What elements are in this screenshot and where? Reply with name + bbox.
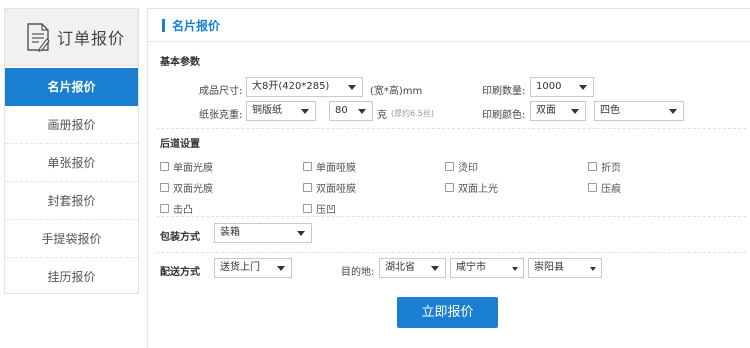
checkbox-box[interactable]	[303, 162, 312, 171]
delivery-method-select[interactable]: 送货上门	[214, 258, 292, 278]
chevron-down-icon	[297, 231, 305, 236]
checkbox-single-matte[interactable]: 单面哑膜	[303, 159, 356, 174]
checkbox-box[interactable]	[160, 162, 169, 171]
quantity-label: 印刷数量:	[482, 86, 526, 97]
sidebar-item-envelope-quote[interactable]: 封套报价	[5, 182, 138, 220]
sidebar-item-calendar-quote[interactable]: 挂历报价	[5, 258, 138, 296]
packing-label: 包装方式	[160, 232, 200, 243]
sidebar-item-flyer-quote[interactable]: 单张报价	[5, 144, 138, 182]
checkbox-box[interactable]	[588, 183, 597, 192]
checkbox-crease[interactable]: 压痕	[588, 180, 621, 195]
city-select[interactable]: 咸宁市	[450, 258, 524, 278]
quote-panel: 名片报价 基本参数 成品尺寸: 大8开(420*285) (宽*高)mm 印刷数…	[147, 8, 750, 348]
checkbox-emboss[interactable]: 击凸	[160, 201, 193, 216]
checkbox-box[interactable]	[303, 183, 312, 192]
packing-select-value: 装箱	[220, 227, 240, 238]
sidebar-item-handbag-quote[interactable]: 手提袋报价	[5, 220, 138, 258]
get-quote-button[interactable]: 立即报价	[397, 297, 498, 328]
checkbox-box[interactable]	[445, 162, 454, 171]
size-label: 成品尺寸:	[199, 86, 243, 97]
sidebar: 订单报价 名片报价 画册报价 单张报价 封套报价 手提袋报价 挂历报价	[4, 8, 139, 294]
checkbox-single-gloss[interactable]: 单面光膜	[160, 159, 213, 174]
divider	[156, 252, 746, 253]
delivery-method-select-value: 送货上门	[220, 262, 260, 273]
weight-unit: 克	[377, 110, 387, 121]
checkbox-box[interactable]	[160, 204, 169, 213]
chevron-down-icon	[579, 85, 587, 90]
quantity-select[interactable]: 1000	[530, 77, 594, 97]
chevron-down-icon	[590, 267, 596, 271]
packing-select[interactable]: 装箱	[214, 223, 312, 243]
checkbox-box[interactable]	[160, 183, 169, 192]
print-color-select[interactable]: 四色	[594, 101, 684, 121]
size-unit: (宽*高)mm	[370, 86, 423, 97]
checkbox-box[interactable]	[303, 204, 312, 213]
chevron-down-icon	[669, 109, 677, 114]
print-side-select-value: 双面	[536, 105, 556, 116]
size-select[interactable]: 大8开(420*285)	[246, 77, 363, 97]
print-color-select-value: 四色	[600, 105, 620, 116]
divider	[156, 216, 746, 217]
chevron-down-icon	[301, 109, 309, 114]
print-color-label: 印刷颜色:	[482, 110, 526, 121]
checkbox-box[interactable]	[445, 183, 454, 192]
checkbox-fold[interactable]: 折页	[588, 159, 621, 174]
sidebar-item-card-quote[interactable]: 名片报价	[5, 68, 138, 106]
weight-select[interactable]: 80	[329, 101, 373, 121]
size-select-value: 大8开(420*285)	[252, 81, 330, 92]
checkbox-deboss[interactable]: 压凹	[303, 201, 336, 216]
print-side-select[interactable]: 双面	[530, 101, 586, 121]
chevron-down-icon	[277, 266, 285, 271]
checkbox-hot-stamp[interactable]: 烫印	[445, 159, 478, 174]
document-icon	[27, 23, 50, 52]
chevron-down-icon	[358, 109, 366, 114]
section-title-basic: 基本参数	[160, 57, 200, 68]
checkbox-double-matte[interactable]: 双面哑膜	[303, 180, 356, 195]
thickness-hint: (厚约6.5丝)	[391, 109, 434, 118]
sidebar-title: 订单报价	[57, 29, 126, 48]
divider	[156, 128, 746, 129]
county-select[interactable]: 崇阳县	[528, 258, 602, 278]
sidebar-header: 订单报价	[5, 9, 138, 66]
paper-select-value: 铜版纸	[252, 105, 282, 116]
panel-header: 名片报价	[148, 9, 750, 42]
chevron-down-icon	[348, 85, 356, 90]
county-select-value: 崇阳县	[534, 262, 564, 273]
delivery-label: 配送方式	[160, 267, 200, 278]
province-select-value: 湖北省	[385, 262, 415, 273]
destination-label: 目的地:	[341, 267, 375, 278]
chevron-down-icon	[571, 109, 579, 114]
weight-select-value: 80	[335, 105, 348, 116]
city-select-value: 咸宁市	[456, 262, 486, 273]
section-title-post: 后道设置	[160, 139, 200, 150]
chevron-down-icon	[431, 266, 439, 271]
paper-label: 纸张克重:	[199, 110, 243, 121]
sidebar-item-brochure-quote[interactable]: 画册报价	[5, 106, 138, 144]
panel-title: 名片报价	[172, 18, 221, 33]
province-select[interactable]: 湖北省	[379, 258, 446, 278]
chevron-down-icon	[512, 267, 518, 271]
checkbox-box[interactable]	[588, 162, 597, 171]
paper-select[interactable]: 铜版纸	[246, 101, 316, 121]
checkbox-double-gloss[interactable]: 双面光膜	[160, 180, 213, 195]
checkbox-double-varnish[interactable]: 双面上光	[445, 180, 498, 195]
quantity-select-value: 1000	[536, 81, 562, 92]
title-accent-bar	[162, 18, 165, 32]
